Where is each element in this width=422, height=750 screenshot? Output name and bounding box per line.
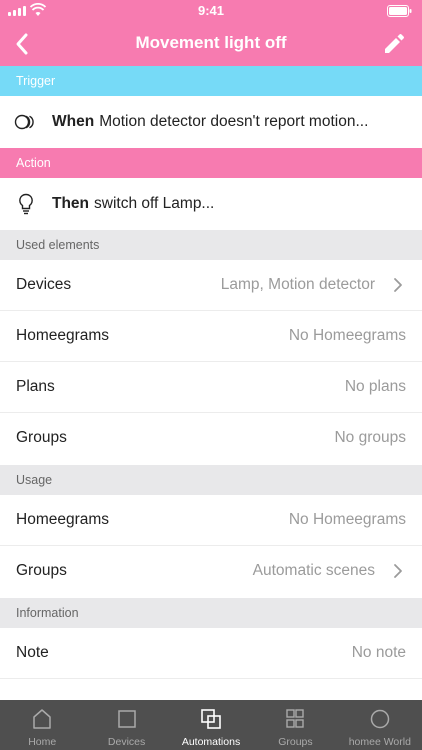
row-value: No Homeegrams — [288, 327, 406, 344]
tab-devices[interactable]: Devices — [84, 700, 168, 750]
tab-label: homee World — [348, 736, 411, 748]
chevron-right-icon — [394, 278, 402, 292]
row-value: No groups — [334, 429, 406, 446]
trigger-row[interactable]: When Motion detector doesn't report moti… — [0, 96, 422, 148]
note-row[interactable]: Note No note — [0, 628, 422, 679]
action-row[interactable]: Then switch off Lamp... — [0, 178, 422, 230]
battery-icon — [387, 5, 412, 17]
grid-squares-icon — [286, 709, 305, 728]
used-plans-row: Plans No plans — [0, 362, 422, 413]
used-elements-section-header: Used elements — [0, 230, 422, 260]
tab-label: Home — [28, 736, 57, 748]
square-icon — [117, 710, 136, 728]
row-label: Homeegrams — [16, 327, 110, 344]
row-label: Note — [16, 644, 49, 661]
back-chevron-icon[interactable] — [10, 31, 36, 57]
usage-section-header: Usage — [0, 465, 422, 495]
list-item — [0, 680, 422, 700]
row-label: Devices — [16, 276, 72, 293]
tab-automations[interactable]: Automations — [169, 700, 253, 750]
status-time: 9:41 — [197, 3, 225, 18]
tab-homee-world[interactable]: homee World — [338, 700, 422, 750]
used-homeegrams-row: Homeegrams No Homeegrams — [0, 311, 422, 362]
information-section-header: Information — [0, 598, 422, 628]
page-title: Movement light off — [135, 33, 287, 52]
tab-home[interactable]: Home — [0, 700, 84, 750]
tab-label: Groups — [278, 736, 313, 748]
action-section-header: Action — [0, 148, 422, 178]
action-text: switch off Lamp... — [94, 195, 215, 212]
row-label: Groups — [16, 562, 67, 579]
house-icon — [33, 709, 51, 729]
pencil-edit-icon[interactable] — [380, 30, 408, 58]
row-value: No note — [351, 644, 406, 661]
used-groups-row: Groups No groups — [0, 413, 422, 464]
navigation-bar: Movement light off — [0, 22, 422, 66]
status-bar: 9:41 — [0, 0, 422, 22]
tab-label: Automations — [181, 736, 241, 748]
trigger-keyword: When — [52, 113, 95, 130]
row-value: No plans — [344, 378, 406, 395]
usage-homeegrams-row: Homeegrams No Homeegrams — [0, 495, 422, 546]
chevron-right-icon — [394, 564, 402, 578]
tab-groups[interactable]: Groups — [253, 700, 337, 750]
tab-label: Devices — [107, 736, 146, 748]
overlapping-squares-icon — [201, 709, 221, 729]
usage-groups-row[interactable]: Groups Automatic scenes — [0, 546, 422, 597]
motion-sensor-icon — [0, 114, 52, 130]
used-devices-row[interactable]: Devices Lamp, Motion detector — [0, 260, 422, 311]
row-label: Homeegrams — [16, 511, 110, 528]
row-label: Plans — [16, 378, 55, 395]
tab-bar: Home Devices Automations Groups homee Wo… — [0, 700, 422, 750]
trigger-text: Motion detector doesn't report motion... — [99, 113, 369, 130]
circle-icon — [370, 709, 390, 729]
row-value: No Homeegrams — [288, 511, 406, 528]
row-value: Automatic scenes — [252, 562, 375, 579]
lightbulb-icon — [0, 193, 52, 215]
action-keyword: Then — [52, 195, 90, 212]
trigger-section-header: Trigger — [0, 66, 422, 96]
row-value: Lamp, Motion detector — [220, 276, 375, 293]
row-label: Groups — [16, 429, 67, 446]
